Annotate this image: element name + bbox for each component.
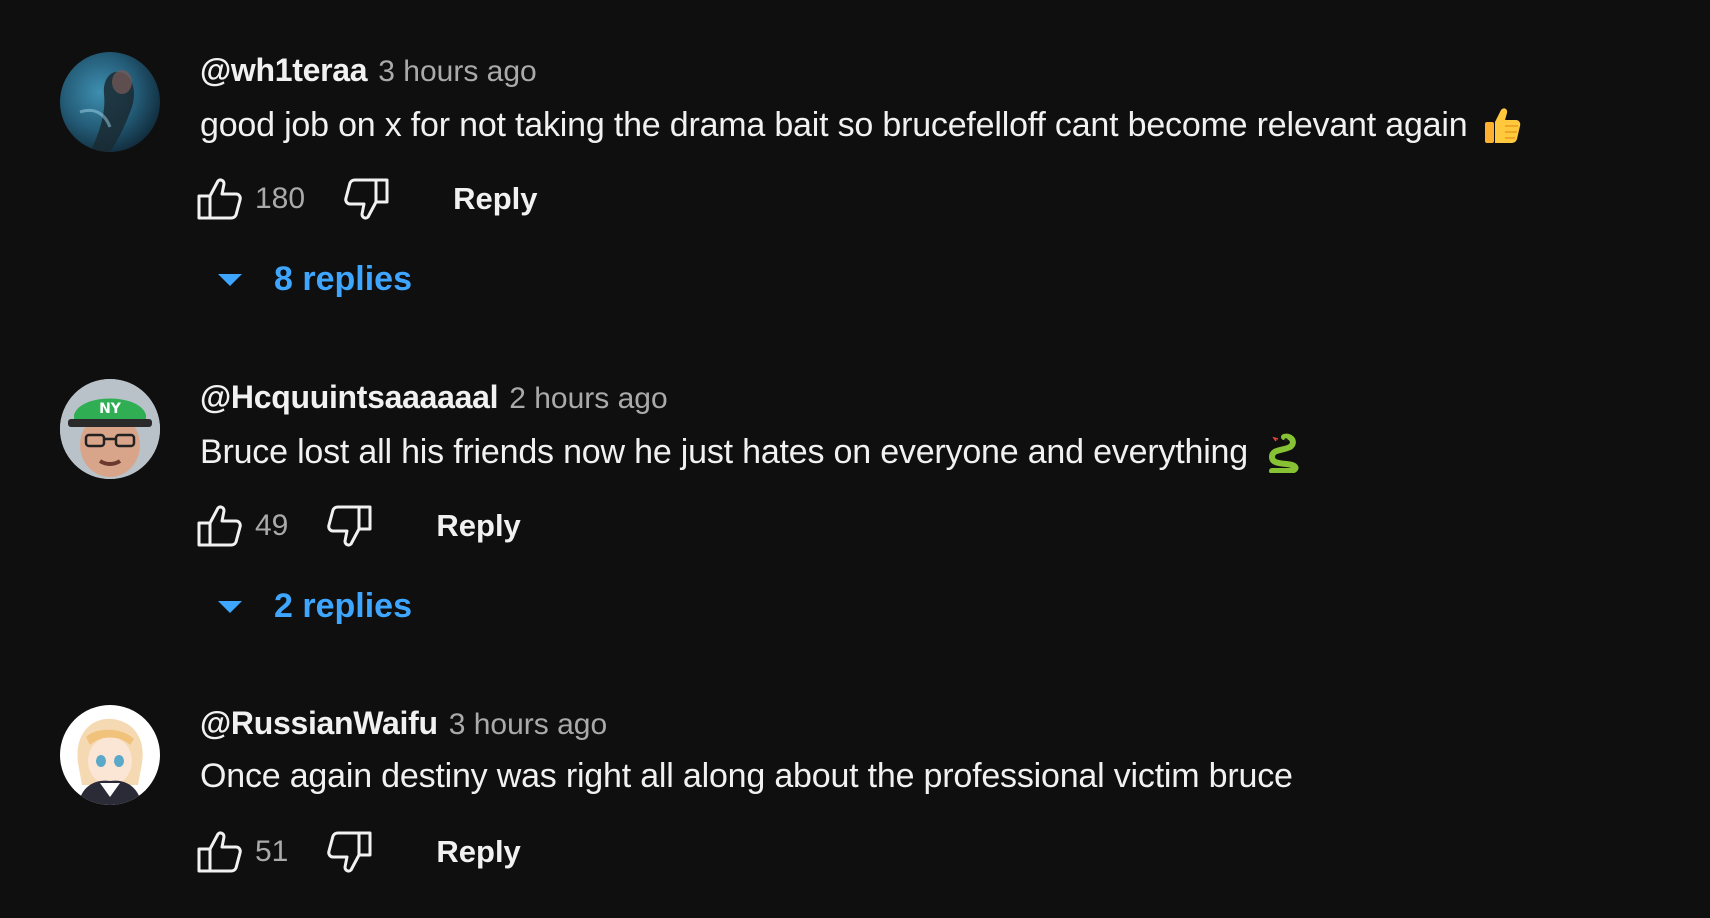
thumbs-up-icon[interactable] xyxy=(195,174,245,224)
thumbs-up-icon[interactable] xyxy=(195,501,245,551)
like-count: 180 xyxy=(255,182,306,215)
caret-down-icon xyxy=(218,600,242,613)
svg-text:NY: NY xyxy=(99,401,122,417)
thumbs-up-icon[interactable] xyxy=(195,827,245,877)
comment-timestamp[interactable]: 3 hours ago xyxy=(378,55,536,89)
comment-body: Once again destiny was right all along a… xyxy=(200,757,1293,795)
comment-header: @RussianWaifu 3 hours ago xyxy=(200,705,607,745)
avatar[interactable] xyxy=(60,705,160,805)
view-replies-button[interactable]: 2 replies xyxy=(213,587,412,626)
reply-button[interactable]: Reply xyxy=(436,508,520,544)
thumbs-up-emoji-icon xyxy=(1481,104,1523,146)
comment-actions: 180 Reply xyxy=(195,174,537,224)
comment-timestamp[interactable]: 3 hours ago xyxy=(449,708,607,742)
replies-count-label: 8 replies xyxy=(274,260,412,298)
comment-author[interactable]: @Hcquuintsaaaaaal xyxy=(200,379,499,416)
caret-down-icon xyxy=(218,273,242,286)
comment-text: good job on x for not taking the drama b… xyxy=(200,104,1523,146)
snake-emoji-icon xyxy=(1262,431,1304,473)
reply-button[interactable]: Reply xyxy=(453,181,537,217)
avatar[interactable] xyxy=(60,52,160,152)
comment-body: good job on x for not taking the drama b… xyxy=(200,105,1468,144)
thumbs-down-icon[interactable] xyxy=(324,501,374,551)
comment-header: @Hcquuintsaaaaaal 2 hours ago xyxy=(200,379,668,419)
like-count: 49 xyxy=(255,509,289,542)
comment-header: @wh1teraa 3 hours ago xyxy=(200,52,537,92)
comment-author[interactable]: @wh1teraa xyxy=(200,52,368,89)
comment-text: Bruce lost all his friends now he just h… xyxy=(200,431,1304,473)
view-replies-button[interactable]: 8 replies xyxy=(213,260,412,299)
reply-button[interactable]: Reply xyxy=(436,834,520,870)
thumbs-down-icon[interactable] xyxy=(324,827,374,877)
comment-text: Once again destiny was right all along a… xyxy=(200,757,1293,796)
comment-body: Bruce lost all his friends now he just h… xyxy=(200,432,1248,471)
like-count: 51 xyxy=(255,835,289,868)
comment-actions: 51 Reply xyxy=(195,827,521,877)
comment-actions: 49 Reply xyxy=(195,501,521,551)
comment-timestamp[interactable]: 2 hours ago xyxy=(509,382,667,416)
comment-author[interactable]: @RussianWaifu xyxy=(200,705,438,742)
thumbs-down-icon[interactable] xyxy=(341,174,391,224)
replies-count-label: 2 replies xyxy=(274,587,412,625)
avatar[interactable]: NY xyxy=(60,379,160,479)
